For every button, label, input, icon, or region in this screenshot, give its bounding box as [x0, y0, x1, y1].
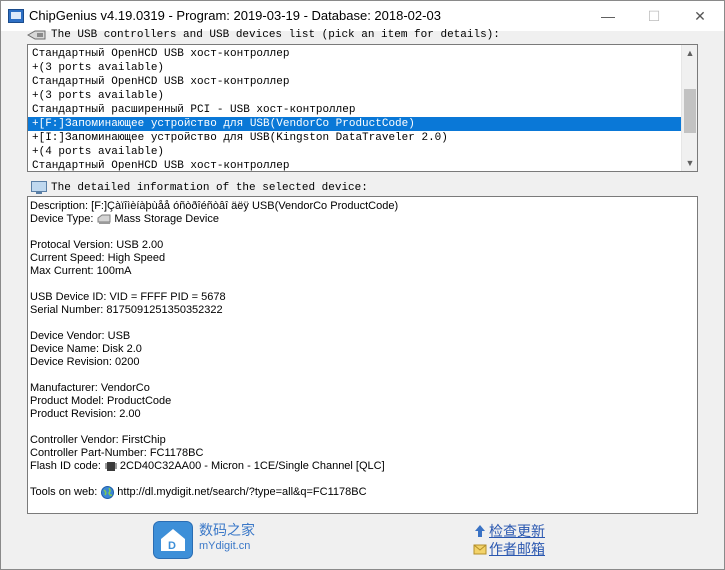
- device-list[interactable]: Стандартный OpenHCD USB хост-контроллер +…: [27, 44, 698, 172]
- detail-product-model: Product Model: ProductCode: [30, 395, 172, 407]
- flash-id-label: Flash ID code:: [30, 460, 101, 472]
- scrollbar-thumb[interactable]: [684, 89, 696, 133]
- window-title: ChipGenius v4.19.0319 - Program: 2019-03…: [29, 8, 441, 23]
- list-item[interactable]: Стандартный OpenHCD USB хост-контроллер: [28, 47, 682, 61]
- list-item[interactable]: +(3 ports available): [28, 61, 682, 75]
- check-update-link[interactable]: 检查更新: [473, 522, 545, 540]
- monitor-icon: [31, 181, 47, 194]
- email-icon: [473, 544, 487, 555]
- details-header-text: The detailed information of the selected…: [51, 182, 368, 194]
- detail-description: Description: [F:]Çàïîìèíàþùåå óñòðîéñòâî…: [30, 200, 399, 212]
- update-arrow-icon: [475, 525, 485, 537]
- check-update-label: 检查更新: [489, 523, 545, 539]
- list-item[interactable]: +[I:]Запоминающее устройство для USB(Kin…: [28, 131, 682, 145]
- close-button[interactable]: ✕: [677, 1, 723, 31]
- detail-tools-on-web: Tools on web: http://dl.mydigit.net/sear…: [30, 486, 697, 499]
- globe-icon: [101, 486, 115, 499]
- list-item[interactable]: +(4 ports available): [28, 145, 682, 159]
- device-details-panel[interactable]: Description: [F:]Çàïîìèíàþùåå óñòðîéñòâî…: [27, 196, 698, 514]
- detail-device-vendor: Device Vendor: USB: [30, 330, 131, 342]
- device-list-scrollbar[interactable]: ▲ ▼: [681, 45, 697, 171]
- detail-flash-id: Flash ID code: 2CD40C32AA00 - Micron - 1…: [30, 460, 697, 473]
- scroll-up-arrow-icon[interactable]: ▲: [682, 45, 697, 61]
- author-email-label: 作者邮箱: [489, 541, 545, 557]
- detail-controller-part: Controller Part-Number: FC1178BC: [30, 447, 204, 459]
- device-list-header: The USB controllers and USB devices list…: [27, 29, 500, 41]
- detail-device-type: Device Type: Mass Storage Device: [30, 213, 697, 226]
- detail-device-revision: Device Revision: 0200: [30, 356, 140, 368]
- device-type-value: Mass Storage Device: [114, 213, 219, 225]
- usb-plug-icon: [27, 30, 46, 40]
- chip-icon: [104, 462, 117, 471]
- detail-product-revision: Product Revision: 2.00: [30, 408, 141, 420]
- logo-letter: D: [168, 540, 176, 552]
- chipgenius-window: ChipGenius v4.19.0319 - Program: 2019-03…: [0, 0, 725, 570]
- device-type-label: Device Type:: [30, 213, 94, 225]
- app-icon: [8, 9, 24, 23]
- detail-device-name: Device Name: Disk 2.0: [30, 343, 142, 355]
- flash-id-value: 2CD40C32AA00 - Micron - 1CE/Single Chann…: [119, 460, 385, 472]
- list-item[interactable]: +(3 ports available): [28, 89, 682, 103]
- scroll-down-arrow-icon[interactable]: ▼: [682, 155, 697, 171]
- site-brand[interactable]: 数码之家 mYdigit.cn: [199, 522, 255, 554]
- maximize-button[interactable]: ☐: [631, 1, 677, 31]
- tools-on-web-label: Tools on web:: [30, 486, 98, 498]
- detail-controller-vendor: Controller Vendor: FirstChip: [30, 434, 166, 446]
- details-header: The detailed information of the selected…: [31, 181, 368, 195]
- site-name-en: mYdigit.cn: [199, 540, 251, 552]
- detail-manufacturer: Manufacturer: VendorCo: [30, 382, 150, 394]
- detail-max-current: Max Current: 100mA: [30, 265, 132, 277]
- device-list-rows: Стандартный OpenHCD USB хост-контроллер +…: [28, 47, 682, 171]
- mydigit-logo-icon[interactable]: D: [153, 521, 193, 559]
- detail-current-speed: Current Speed: High Speed: [30, 252, 166, 264]
- list-item[interactable]: Стандартный OpenHCD USB хост-контроллер: [28, 159, 682, 171]
- minimize-button[interactable]: —: [585, 1, 631, 31]
- list-item-selected[interactable]: +[F:]Запоминающее устройство для USB(Ven…: [28, 117, 682, 131]
- list-item[interactable]: Стандартный расширенный PCI - USB хост-к…: [28, 103, 682, 117]
- device-list-header-text: The USB controllers and USB devices list…: [51, 29, 500, 41]
- drive-icon: [97, 214, 111, 224]
- list-item[interactable]: Стандартный OpenHCD USB хост-контроллер: [28, 75, 682, 89]
- site-name-cn: 数码之家: [199, 522, 255, 538]
- tools-on-web-link[interactable]: http://dl.mydigit.net/search/?type=all&q…: [117, 486, 366, 499]
- detail-usb-device-id: USB Device ID: VID = FFFF PID = 5678: [30, 291, 226, 303]
- detail-serial-number: Serial Number: 8175091251350352322: [30, 304, 223, 316]
- title-bar[interactable]: ChipGenius v4.19.0319 - Program: 2019-03…: [1, 1, 724, 31]
- author-email-link[interactable]: 作者邮箱: [473, 540, 545, 558]
- footer-links: 检查更新 作者邮箱: [473, 522, 545, 558]
- detail-protocal-version: Protocal Version: USB 2.00: [30, 239, 164, 251]
